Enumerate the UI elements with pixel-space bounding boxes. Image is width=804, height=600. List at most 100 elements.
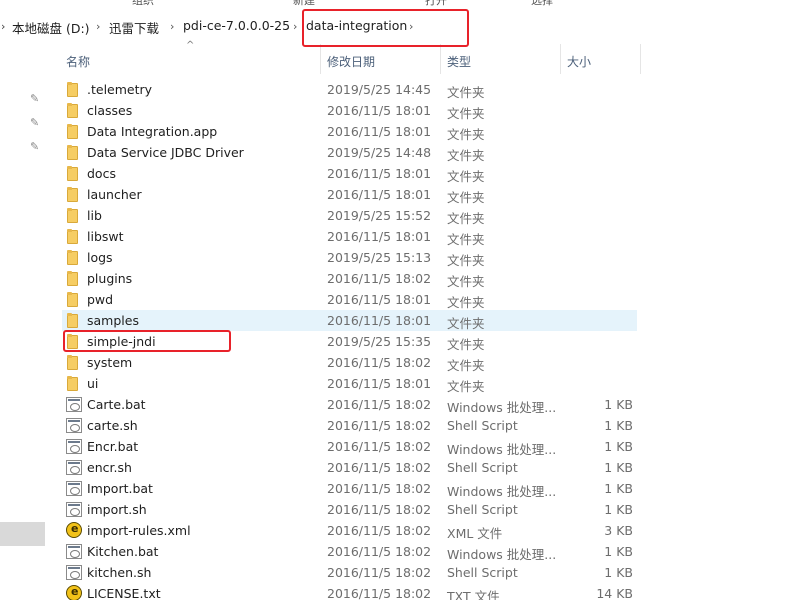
chevron-right-icon[interactable]: › xyxy=(1,20,5,33)
column-size[interactable]: 大小 xyxy=(567,53,591,70)
file-type: 文件夹 xyxy=(447,169,485,184)
file-row[interactable]: Encr.bat 2016/11/5 18:02 Windows 批处理... 1 K… xyxy=(62,436,637,457)
batch-file-icon xyxy=(66,397,82,412)
script-file-icon xyxy=(66,418,82,433)
folder-icon xyxy=(67,250,78,265)
file-size: 1 KB xyxy=(604,565,633,580)
file-modified: 2016/11/5 18:01 xyxy=(327,292,432,307)
file-type: Windows 批处理... xyxy=(447,547,557,562)
file-modified: 2016/11/5 18:02 xyxy=(327,397,432,412)
file-size: 1 KB xyxy=(604,481,633,496)
file-row[interactable]: system 2016/11/5 18:02 文件夹 xyxy=(62,352,637,373)
breadcrumb-downloads[interactable]: 迅雷下载 xyxy=(109,18,159,37)
folder-icon xyxy=(67,166,78,181)
file-size: 1 KB xyxy=(604,502,633,517)
file-row[interactable]: Carte.bat 2016/11/5 18:02 Windows 批处理... 1 … xyxy=(62,394,637,415)
file-type: 文件夹 xyxy=(447,253,485,268)
file-row[interactable]: encr.sh 2016/11/5 18:02 Shell Script 1 KB xyxy=(62,457,637,478)
file-name: lib xyxy=(87,208,102,223)
file-name: Carte.bat xyxy=(87,397,146,412)
file-row[interactable]: Kitchen.bat 2016/11/5 18:02 Windows 批处理...… xyxy=(62,541,637,562)
file-modified: 2016/11/5 18:01 xyxy=(327,313,432,328)
file-type: 文件夹 xyxy=(447,211,485,226)
column-type[interactable]: 类型 xyxy=(447,53,471,70)
folder-icon xyxy=(67,103,78,118)
file-row[interactable]: pwd 2016/11/5 18:01 文件夹 xyxy=(62,289,637,310)
column-name[interactable]: 名称 xyxy=(66,53,90,70)
file-size: 1 KB xyxy=(604,418,633,433)
file-row[interactable]: launcher 2016/11/5 18:01 文件夹 xyxy=(62,184,637,205)
file-row[interactable]: ui 2016/11/5 18:01 文件夹 xyxy=(62,373,637,394)
ribbon-open[interactable]: 打开 xyxy=(425,0,447,6)
file-row[interactable]: lib 2019/5/25 15:52 文件夹 xyxy=(62,205,637,226)
chevron-right-icon[interactable]: › xyxy=(96,20,100,33)
batch-file-icon xyxy=(66,439,82,454)
file-name: ui xyxy=(87,376,99,391)
file-row[interactable]: docs 2016/11/5 18:01 文件夹 xyxy=(62,163,637,184)
column-header: ^ 名称 修改日期 类型 大小 xyxy=(58,40,804,74)
file-row[interactable]: Data Service JDBC Driver 2019/5/25 14:48 文… xyxy=(62,142,637,163)
navigation-pane: ✎ ✎ ✎ xyxy=(0,44,46,600)
file-row[interactable]: import-rules.xml 2016/11/5 18:02 XML 文件 3 K… xyxy=(62,520,637,541)
file-modified: 2019/5/25 15:35 xyxy=(327,334,432,349)
file-modified: 2016/11/5 18:01 xyxy=(327,103,432,118)
column-divider[interactable] xyxy=(640,44,641,74)
annotation-box-simple-jndi xyxy=(63,330,231,352)
file-row[interactable]: libswt 2016/11/5 18:01 文件夹 xyxy=(62,226,637,247)
file-name: pwd xyxy=(87,292,114,307)
file-size: 1 KB xyxy=(604,544,633,559)
file-name: libswt xyxy=(87,229,124,244)
column-divider[interactable] xyxy=(560,44,561,74)
file-type: Windows 批处理... xyxy=(447,400,557,415)
breadcrumb-drive[interactable]: 本地磁盘 (D:) xyxy=(12,18,90,37)
ribbon-select[interactable]: 选择 xyxy=(531,0,553,6)
ribbon-organize[interactable]: 组织 xyxy=(132,0,154,6)
file-type: 文件夹 xyxy=(447,379,485,394)
breadcrumb-pdi[interactable]: pdi-ce-7.0.0.0-25 xyxy=(183,18,290,33)
file-row[interactable]: Data Integration.app 2016/11/5 18:01 文件夹 xyxy=(62,121,637,142)
folder-icon xyxy=(67,187,78,202)
file-row[interactable]: carte.sh 2016/11/5 18:02 Shell Script 1 KB xyxy=(62,415,637,436)
file-row[interactable]: import.sh 2016/11/5 18:02 Shell Script 1 KB xyxy=(62,499,637,520)
file-row[interactable]: plugins 2016/11/5 18:02 文件夹 xyxy=(62,268,637,289)
file-modified: 2016/11/5 18:02 xyxy=(327,523,432,538)
file-type: Shell Script xyxy=(447,418,518,433)
file-type: 文件夹 xyxy=(447,337,485,352)
chevron-right-icon[interactable]: › xyxy=(293,20,297,33)
chevron-right-icon[interactable]: › xyxy=(170,20,174,33)
file-type: TXT 文件 xyxy=(447,589,500,600)
file-row[interactable]: kitchen.sh 2016/11/5 18:02 Shell Script 1 K… xyxy=(62,562,637,583)
nav-selected-item[interactable] xyxy=(0,522,45,546)
file-name: Import.bat xyxy=(87,481,153,496)
script-file-icon xyxy=(66,460,82,475)
column-modified[interactable]: 修改日期 xyxy=(327,53,375,70)
file-type: 文件夹 xyxy=(447,127,485,142)
file-modified: 2016/11/5 18:02 xyxy=(327,586,432,600)
file-row[interactable]: logs 2019/5/25 15:13 文件夹 xyxy=(62,247,637,268)
folder-icon xyxy=(67,229,78,244)
file-row[interactable]: Import.bat 2016/11/5 18:02 Windows 批处理... 1… xyxy=(62,478,637,499)
folder-icon xyxy=(67,208,78,223)
file-modified: 2016/11/5 18:01 xyxy=(327,187,432,202)
file-type: 文件夹 xyxy=(447,190,485,205)
ribbon-new[interactable]: 新建 xyxy=(293,0,315,6)
file-row[interactable]: samples 2016/11/5 18:01 文件夹 xyxy=(62,310,637,331)
column-divider[interactable] xyxy=(440,44,441,74)
file-size: 1 KB xyxy=(604,460,633,475)
file-modified: 2016/11/5 18:02 xyxy=(327,355,432,370)
pin-icon[interactable]: ✎ xyxy=(30,116,39,129)
column-divider[interactable] xyxy=(320,44,321,74)
annotation-box-address xyxy=(302,9,469,47)
file-size: 1 KB xyxy=(604,397,633,412)
script-file-icon xyxy=(66,502,82,517)
file-modified: 2016/11/5 18:02 xyxy=(327,460,432,475)
file-modified: 2016/11/5 18:01 xyxy=(327,166,432,181)
file-type: Windows 批处理... xyxy=(447,484,557,499)
file-row[interactable]: .telemetry 2019/5/25 14:45 文件夹 xyxy=(62,79,637,100)
pin-icon[interactable]: ✎ xyxy=(30,92,39,105)
file-modified: 2016/11/5 18:02 xyxy=(327,439,432,454)
file-row[interactable]: LICENSE.txt 2016/11/5 18:02 TXT 文件 14 KB xyxy=(62,583,637,600)
file-row[interactable]: classes 2016/11/5 18:01 文件夹 xyxy=(62,100,637,121)
folder-icon xyxy=(67,292,78,307)
pin-icon[interactable]: ✎ xyxy=(30,140,39,153)
